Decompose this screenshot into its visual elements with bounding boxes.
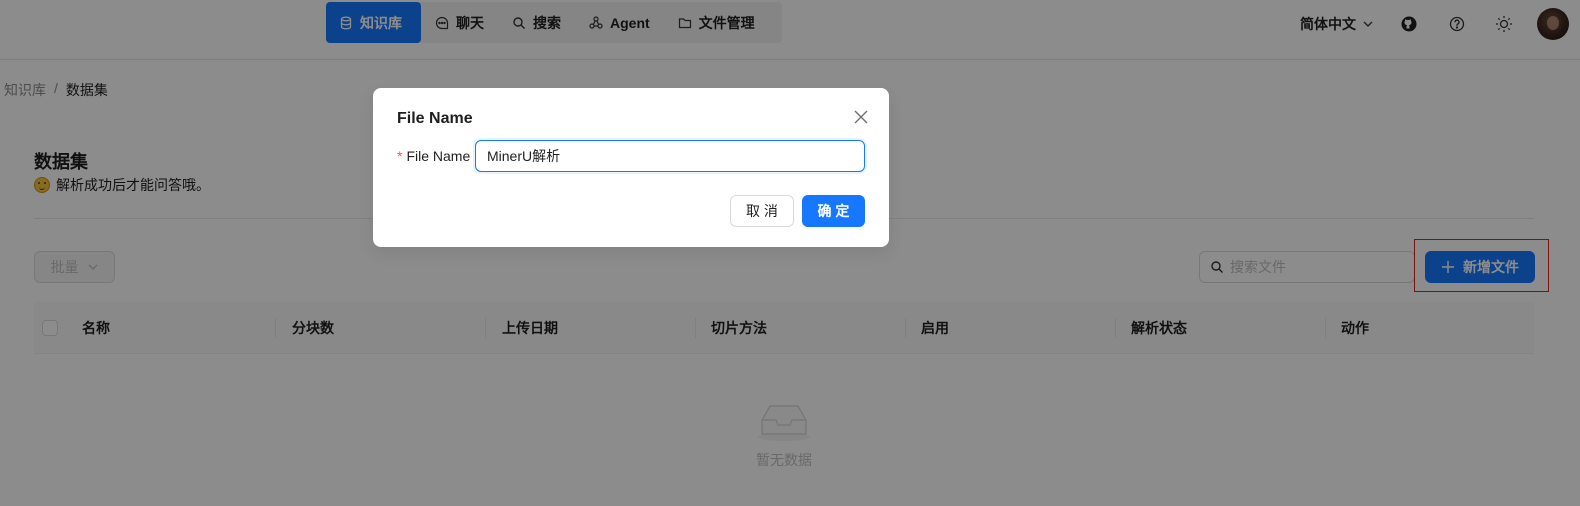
file-name-input[interactable] bbox=[475, 140, 865, 172]
cancel-button[interactable]: 取 消 bbox=[730, 195, 794, 227]
close-icon[interactable] bbox=[851, 107, 871, 127]
ok-button[interactable]: 确 定 bbox=[802, 195, 865, 227]
modal-mask[interactable] bbox=[0, 0, 1580, 506]
file-name-modal: File Name * File Name 取 消 确 定 bbox=[373, 88, 889, 247]
modal-title: File Name bbox=[397, 110, 473, 127]
file-name-label: * File Name bbox=[397, 148, 470, 164]
required-mark: * bbox=[397, 148, 403, 164]
file-name-label-text: File Name bbox=[406, 148, 471, 164]
